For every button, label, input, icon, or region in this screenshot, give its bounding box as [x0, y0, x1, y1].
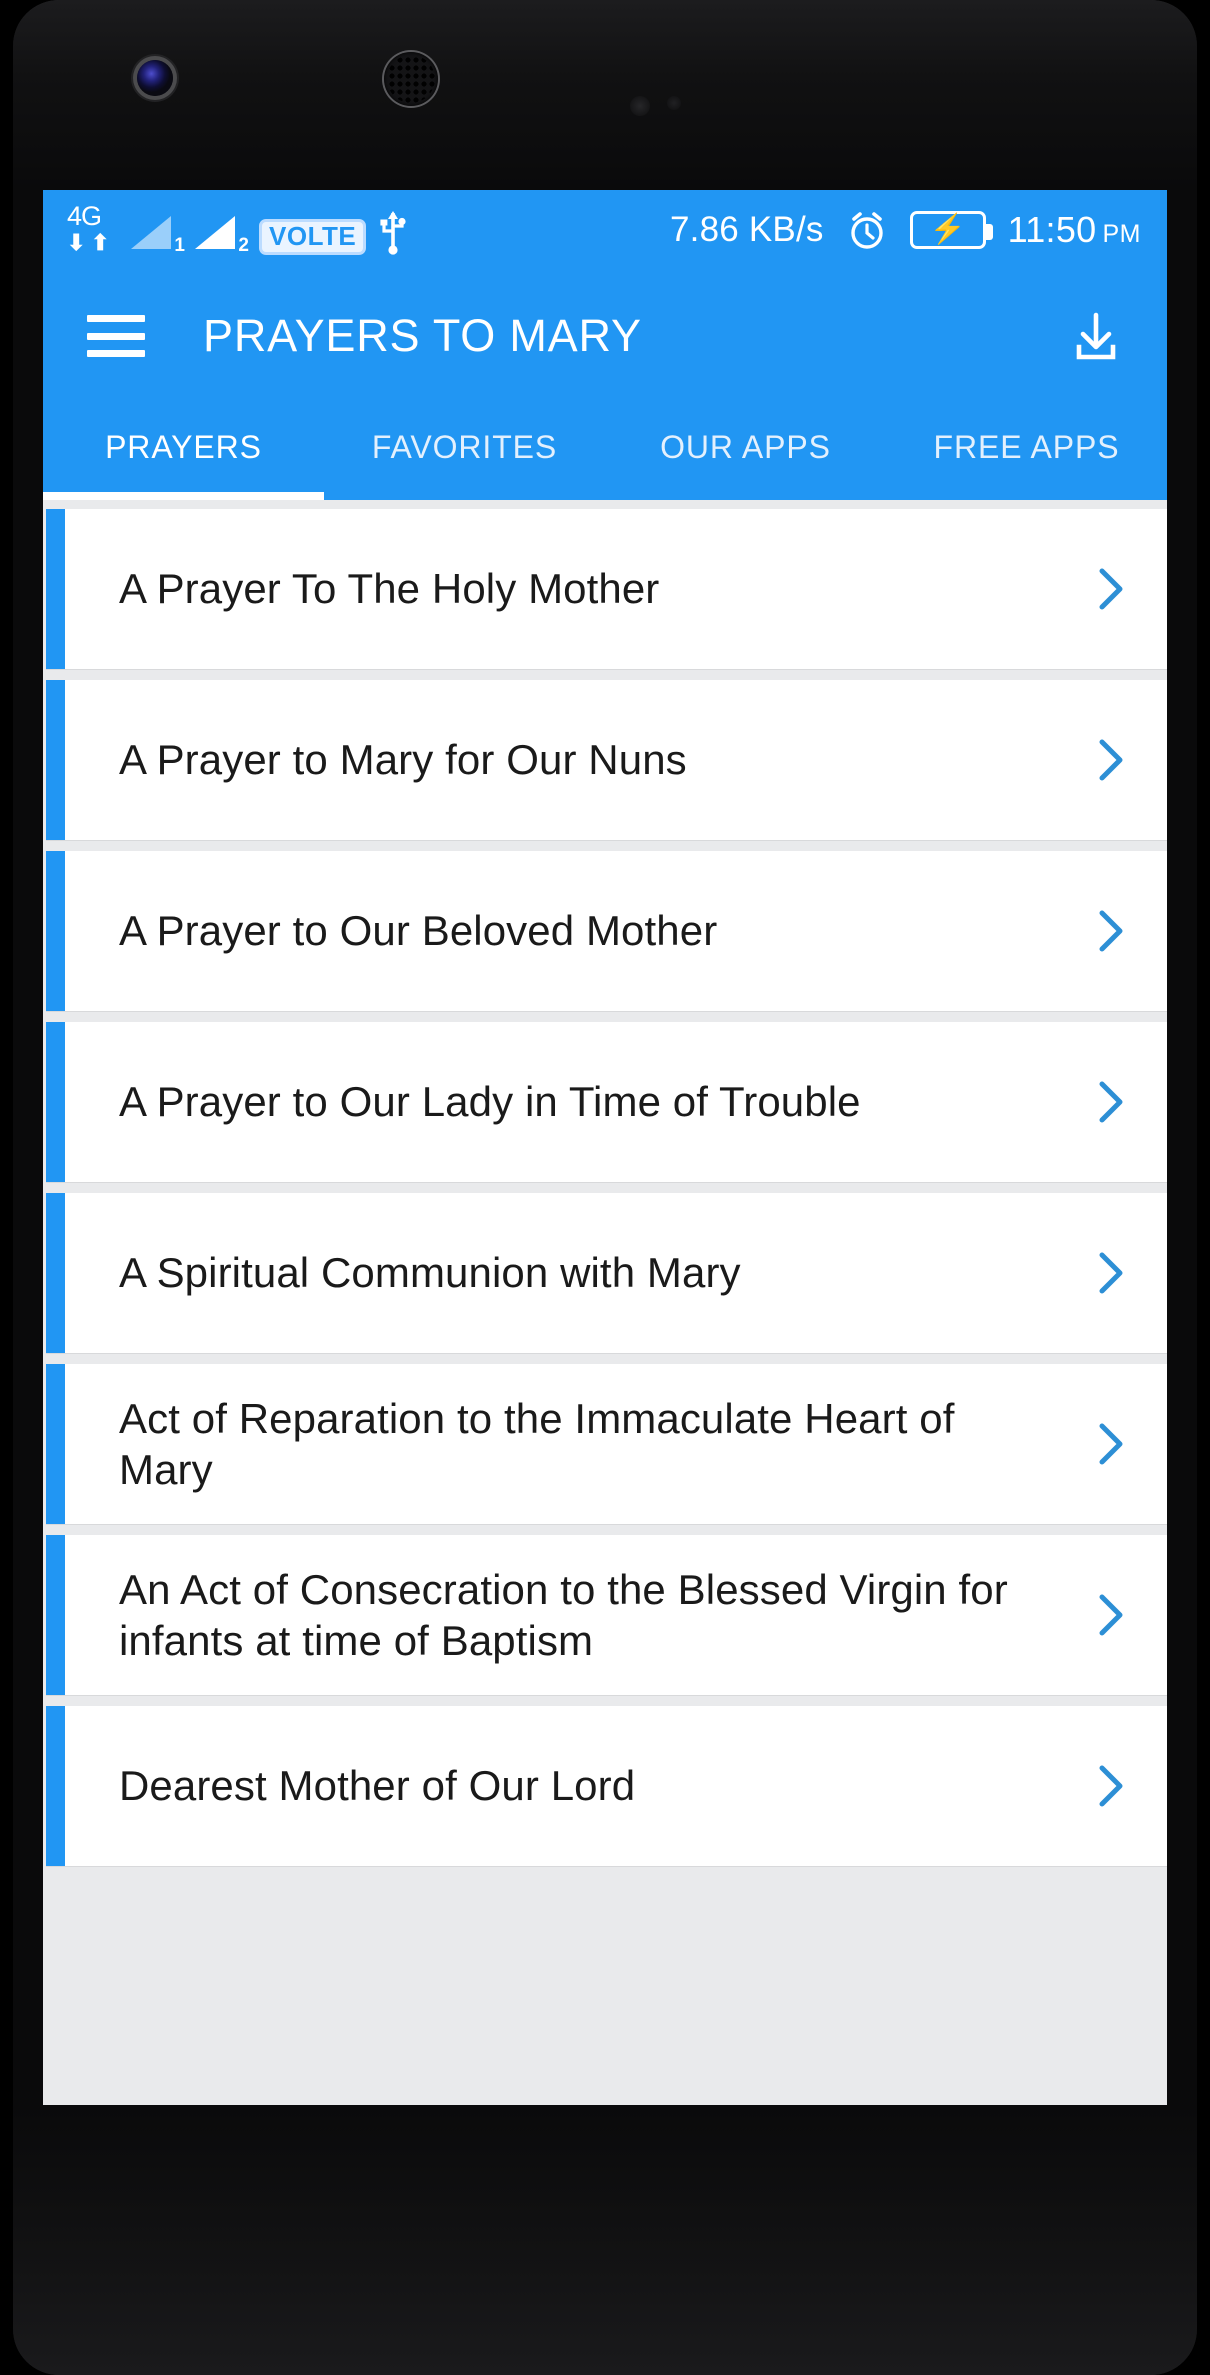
- list-item[interactable]: A Spiritual Communion with Mary: [46, 1193, 1167, 1353]
- phone-screen: 4G ⬇ ⬆ 1 2 VOLTE 7.86 KB/s ⚡ 11:50 PM PR…: [43, 190, 1167, 2105]
- light-sensor-icon: [667, 96, 681, 110]
- list-item-body: A Prayer to Mary for Our Nuns: [65, 680, 1055, 840]
- list-item-title: Dearest Mother of Our Lord: [119, 1762, 636, 1810]
- chevron-right-icon[interactable]: [1055, 1022, 1167, 1182]
- list-item[interactable]: A Prayer to Mary for Our Nuns: [46, 680, 1167, 840]
- tab-prayers[interactable]: PRAYERS: [43, 402, 324, 500]
- list-item-title: An Act of Consecration to the Blessed Vi…: [119, 1565, 1008, 1664]
- sim2-label: 2: [238, 235, 249, 256]
- list-item[interactable]: A Prayer To The Holy Mother: [46, 509, 1167, 669]
- mobile-data-4g-icon: 4G ⬇ ⬆: [65, 201, 119, 255]
- list-item-title: A Prayer to Our Beloved Mother: [119, 907, 718, 955]
- app-bar: PRAYERS TO MARY: [43, 270, 1167, 402]
- hamburger-menu-icon[interactable]: [87, 315, 145, 357]
- device-bottom-bezel: [13, 2105, 1197, 2375]
- list-item-title: Act of Reparation to the Immaculate Hear…: [119, 1394, 955, 1493]
- status-bar-right-icons: 7.86 KB/s ⚡ 11:50 PM: [670, 209, 1141, 251]
- alarm-clock-icon: [846, 209, 888, 251]
- network-speed-label: 7.86 KB/s: [670, 210, 824, 249]
- accent-bar: [46, 1193, 65, 1353]
- chevron-right-icon[interactable]: [1055, 680, 1167, 840]
- list-item-title: A Spiritual Communion with Mary: [119, 1249, 741, 1297]
- list-item-title: A Prayer to Mary for Our Nuns: [119, 736, 687, 784]
- phone-device-frame: 4G ⬇ ⬆ 1 2 VOLTE 7.86 KB/s ⚡ 11:50 PM PR…: [13, 0, 1197, 2375]
- device-left-bezel: [13, 190, 43, 2105]
- sim1-label: 1: [174, 235, 185, 256]
- volte-badge: VOLTE: [259, 218, 367, 255]
- chevron-right-icon[interactable]: [1055, 509, 1167, 669]
- list-item-title: A Prayer to Our Lady in Time of Trouble: [119, 1078, 861, 1126]
- sim1-signal-icon: 1: [131, 209, 185, 256]
- tab-free-apps-label: FREE APPS: [933, 428, 1120, 465]
- list-item[interactable]: An Act of Consecration to the Blessed Vi…: [46, 1535, 1167, 1695]
- list-item-body: Dearest Mother of Our Lord: [65, 1706, 1055, 1866]
- accent-bar: [46, 1364, 65, 1524]
- clock-time: 11:50: [1007, 209, 1097, 250]
- chevron-right-icon[interactable]: [1055, 1364, 1167, 1524]
- clock-ampm: PM: [1102, 220, 1141, 248]
- chevron-right-icon[interactable]: [1055, 851, 1167, 1011]
- accent-bar: [46, 851, 65, 1011]
- list-item[interactable]: Act of Reparation to the Immaculate Hear…: [46, 1364, 1167, 1524]
- accent-bar: [46, 1022, 65, 1182]
- list-item-body: Act of Reparation to the Immaculate Hear…: [65, 1364, 1055, 1524]
- sim2-signal-icon: 2: [195, 209, 249, 256]
- prayer-list[interactable]: A Prayer To The Holy Mother A Prayer to …: [43, 500, 1167, 2105]
- tab-free-apps[interactable]: FREE APPS: [886, 402, 1167, 500]
- tab-prayers-label: PRAYERS: [105, 428, 262, 465]
- download-icon[interactable]: [1059, 299, 1133, 373]
- list-item-body: A Prayer to Our Lady in Time of Trouble: [65, 1022, 1055, 1182]
- status-bar-clock: 11:50 PM: [1008, 209, 1141, 251]
- battery-charging-icon: ⚡: [909, 211, 993, 249]
- tab-our-apps[interactable]: OUR APPS: [605, 402, 886, 500]
- list-item-title: A Prayer To The Holy Mother: [119, 565, 660, 613]
- usb-icon: [378, 209, 408, 255]
- chevron-right-icon[interactable]: [1055, 1535, 1167, 1695]
- accent-bar: [46, 1535, 65, 1695]
- page-title: PRAYERS TO MARY: [203, 310, 642, 361]
- chevron-right-icon[interactable]: [1055, 1706, 1167, 1866]
- tab-favorites[interactable]: FAVORITES: [324, 402, 605, 500]
- tab-favorites-label: FAVORITES: [371, 428, 558, 465]
- device-top-bezel: [13, 0, 1197, 190]
- list-item-body: An Act of Consecration to the Blessed Vi…: [65, 1535, 1055, 1695]
- earpiece-speaker-icon: [384, 52, 438, 106]
- device-right-bezel: [1167, 190, 1197, 2105]
- status-bar: 4G ⬇ ⬆ 1 2 VOLTE 7.86 KB/s ⚡ 11:50 PM: [43, 190, 1167, 270]
- list-item-body: A Prayer To The Holy Mother: [65, 509, 1055, 669]
- accent-bar: [46, 680, 65, 840]
- accent-bar: [46, 1706, 65, 1866]
- tab-bar: PRAYERS FAVORITES OUR APPS FREE APPS: [43, 402, 1167, 500]
- proximity-sensor-icon: [630, 96, 650, 116]
- chevron-right-icon[interactable]: [1055, 1193, 1167, 1353]
- tab-our-apps-label: OUR APPS: [660, 428, 831, 465]
- accent-bar: [46, 509, 65, 669]
- network-type-label: 4G: [67, 201, 102, 231]
- status-bar-left-icons: 4G ⬇ ⬆ 1 2 VOLTE: [65, 201, 408, 256]
- list-item[interactable]: Dearest Mother of Our Lord: [46, 1706, 1167, 1866]
- data-upload-arrow-icon: ⬇: [67, 230, 86, 255]
- front-camera-icon: [137, 60, 173, 96]
- list-item[interactable]: A Prayer to Our Beloved Mother: [46, 851, 1167, 1011]
- list-item-body: A Spiritual Communion with Mary: [65, 1193, 1055, 1353]
- list-item-body: A Prayer to Our Beloved Mother: [65, 851, 1055, 1011]
- list-item[interactable]: A Prayer to Our Lady in Time of Trouble: [46, 1022, 1167, 1182]
- data-download-arrow-icon: ⬆: [91, 230, 110, 255]
